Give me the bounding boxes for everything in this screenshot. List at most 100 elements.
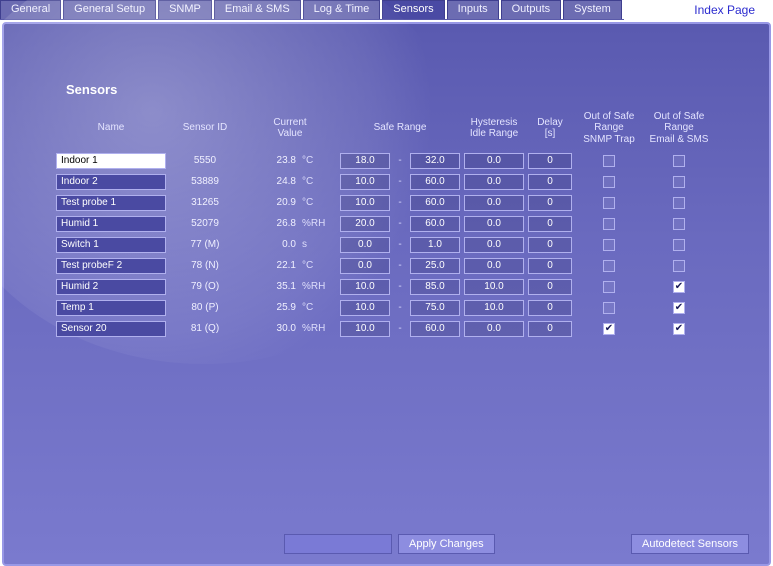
sensor-name-input[interactable]: Switch 1	[56, 237, 166, 253]
email-sms-checkbox[interactable]	[673, 176, 685, 188]
col-delay: Delay[s]	[528, 115, 572, 142]
sensor-name-input[interactable]: Sensor 20	[56, 321, 166, 337]
current-value: 30.0	[244, 320, 296, 338]
delay-input[interactable]: 0	[528, 300, 572, 316]
tab-email-sms[interactable]: Email & SMS	[214, 0, 301, 19]
email-sms-checkbox[interactable]	[673, 260, 685, 272]
sensor-name-input[interactable]: Humid 1	[56, 216, 166, 232]
tab-sensors[interactable]: Sensors	[382, 0, 444, 19]
safe-range-hi-input[interactable]: 60.0	[410, 216, 460, 232]
sensor-name-input[interactable]: Temp 1	[56, 300, 166, 316]
hysteresis-cell: 0.0	[464, 320, 524, 338]
safe-range-hi-input[interactable]: 32.0	[410, 153, 460, 169]
safe-range-lo-input[interactable]: 10.0	[340, 300, 390, 316]
snmp-trap-checkbox[interactable]	[603, 197, 615, 209]
delay-input[interactable]: 0	[528, 237, 572, 253]
safe-range-hi-input[interactable]: 60.0	[410, 174, 460, 190]
hysteresis-input[interactable]: 0.0	[464, 195, 524, 211]
current-unit: %RH	[300, 320, 336, 338]
hysteresis-input[interactable]: 0.0	[464, 258, 524, 274]
safe-range-lo-input[interactable]: 10.0	[340, 321, 390, 337]
snmp-trap-checkbox[interactable]	[603, 176, 615, 188]
safe-range-lo-input[interactable]: 10.0	[340, 195, 390, 211]
delay-input[interactable]: 0	[528, 195, 572, 211]
safe-range-hi-input[interactable]: 75.0	[410, 300, 460, 316]
snmp-trap-checkbox[interactable]	[603, 323, 615, 335]
snmp-trap-checkbox[interactable]	[603, 260, 615, 272]
col-current-value: CurrentValue	[244, 115, 336, 142]
safe-range-hi-input[interactable]: 1.0	[410, 237, 460, 253]
sensor-id: 77 (M)	[170, 236, 240, 254]
blank-button[interactable]	[284, 534, 392, 554]
col-name: Name	[56, 120, 166, 136]
sensor-name-input[interactable]: Test probe 1	[56, 195, 166, 211]
tab-snmp[interactable]: SNMP	[158, 0, 212, 19]
hysteresis-input[interactable]: 10.0	[464, 300, 524, 316]
safe-range-hi-input[interactable]: 60.0	[410, 195, 460, 211]
safe-range-hi-input[interactable]: 25.0	[410, 258, 460, 274]
safe-range-lo-input[interactable]: 18.0	[340, 153, 390, 169]
snmp-trap-checkbox[interactable]	[603, 281, 615, 293]
delay-input[interactable]: 0	[528, 321, 572, 337]
safe-range-lo-input[interactable]: 10.0	[340, 279, 390, 295]
hysteresis-input[interactable]: 0.0	[464, 153, 524, 169]
delay-cell: 0	[528, 173, 572, 191]
current-value: 22.1	[244, 257, 296, 275]
snmp-trap-cell	[576, 257, 642, 275]
delay-input[interactable]: 0	[528, 174, 572, 190]
hysteresis-input[interactable]: 0.0	[464, 174, 524, 190]
current-unit: °C	[300, 152, 336, 170]
email-sms-checkbox[interactable]	[673, 218, 685, 230]
safe-range-lo-cell: 0.0	[340, 257, 390, 275]
safe-range-lo-input[interactable]: 0.0	[340, 258, 390, 274]
email-sms-checkbox[interactable]	[673, 281, 685, 293]
hysteresis-input[interactable]: 0.0	[464, 216, 524, 232]
snmp-trap-checkbox[interactable]	[603, 302, 615, 314]
email-sms-cell	[646, 173, 712, 191]
hysteresis-input[interactable]: 0.0	[464, 321, 524, 337]
delay-input[interactable]: 0	[528, 279, 572, 295]
safe-range-hi-input[interactable]: 85.0	[410, 279, 460, 295]
email-sms-checkbox[interactable]	[673, 323, 685, 335]
table-row: Switch 177 (M)0.0s0.0-1.00.00	[56, 234, 734, 255]
sensor-name-cell: Temp 1	[56, 299, 166, 317]
sensor-name-cell: Humid 1	[56, 215, 166, 233]
hysteresis-input[interactable]: 0.0	[464, 237, 524, 253]
tab-log-time[interactable]: Log & Time	[303, 0, 381, 19]
footer: Apply Changes Autodetect Sensors	[4, 534, 769, 554]
index-page-link[interactable]: Index Page	[694, 3, 755, 17]
snmp-trap-checkbox[interactable]	[603, 218, 615, 230]
tab-system[interactable]: System	[563, 0, 622, 19]
tab-general-setup[interactable]: General Setup	[63, 0, 156, 19]
tab-general[interactable]: General	[0, 0, 61, 19]
col-email: Out of SafeRangeEmail & SMS	[646, 109, 712, 148]
sensor-name-input[interactable]: Indoor 1	[56, 153, 166, 169]
email-sms-checkbox[interactable]	[673, 302, 685, 314]
hysteresis-input[interactable]: 10.0	[464, 279, 524, 295]
current-value: 26.8	[244, 215, 296, 233]
sensor-name-input[interactable]: Humid 2	[56, 279, 166, 295]
safe-range-lo-input[interactable]: 20.0	[340, 216, 390, 232]
tab-outputs[interactable]: Outputs	[501, 0, 562, 19]
email-sms-checkbox[interactable]	[673, 239, 685, 251]
email-sms-checkbox[interactable]	[673, 197, 685, 209]
safe-range-lo-input[interactable]: 0.0	[340, 237, 390, 253]
current-value: 24.8	[244, 173, 296, 191]
autodetect-sensors-button[interactable]: Autodetect Sensors	[631, 534, 749, 554]
sensor-name-input[interactable]: Test probeF 2	[56, 258, 166, 274]
snmp-trap-checkbox[interactable]	[603, 239, 615, 251]
current-unit: %RH	[300, 278, 336, 296]
tab-inputs[interactable]: Inputs	[447, 0, 499, 19]
apply-changes-button[interactable]: Apply Changes	[398, 534, 495, 554]
delay-input[interactable]: 0	[528, 153, 572, 169]
safe-range-lo-input[interactable]: 10.0	[340, 174, 390, 190]
snmp-trap-checkbox[interactable]	[603, 155, 615, 167]
email-sms-checkbox[interactable]	[673, 155, 685, 167]
sensor-name-input[interactable]: Indoor 2	[56, 174, 166, 190]
delay-input[interactable]: 0	[528, 258, 572, 274]
range-dash: -	[394, 257, 406, 275]
safe-range-lo-cell: 18.0	[340, 152, 390, 170]
safe-range-hi-input[interactable]: 60.0	[410, 321, 460, 337]
delay-input[interactable]: 0	[528, 216, 572, 232]
safe-range-lo-cell: 20.0	[340, 215, 390, 233]
